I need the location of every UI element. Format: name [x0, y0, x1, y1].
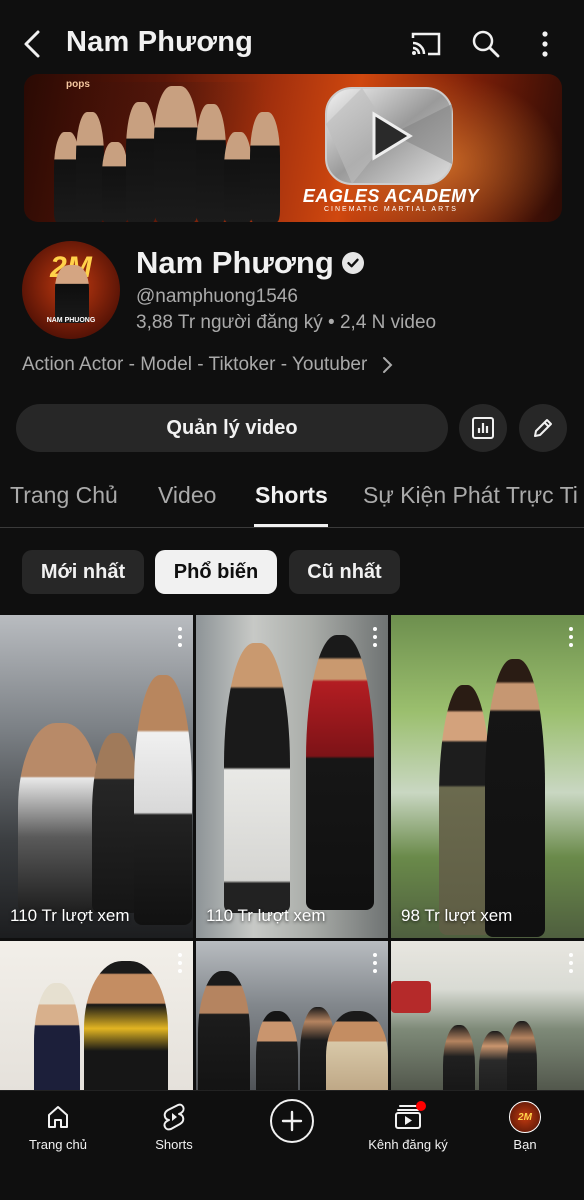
more-vertical-icon [542, 31, 548, 57]
channel-description-text: Action Actor - Model - Tiktoker - Youtub… [22, 354, 368, 375]
chevron-right-icon [383, 357, 393, 373]
channel-handle: @namphuong1546 [136, 286, 298, 307]
avatar-caption: NAM PHUONG [46, 317, 96, 324]
short-view-count: 110 Tr lượt xem [10, 906, 130, 925]
home-icon [48, 1106, 68, 1128]
bottom-navigation: Trang chủ Shorts Kênh đăng ký 2M Bạn [0, 1090, 584, 1200]
cast-button[interactable] [408, 26, 444, 62]
analytics-icon [472, 417, 494, 439]
nav-shorts[interactable]: Shorts [116, 1091, 232, 1181]
short-more-icon[interactable] [372, 627, 378, 647]
channel-stats: 3,88 Tr người đăng ký • 2,4 N video [136, 312, 437, 333]
nav-shorts-label: Shorts [155, 1137, 193, 1152]
nav-subscriptions-label: Kênh đăng ký [368, 1137, 448, 1152]
tab-home[interactable]: Trang Chủ [10, 482, 118, 509]
page-title: Nam Phương [66, 26, 254, 58]
short-thumbnail[interactable] [196, 941, 388, 1090]
back-arrow-icon [24, 30, 40, 58]
nav-home[interactable]: Trang chủ [0, 1091, 116, 1181]
tab-live[interactable]: Sự Kiện Phát Trực Ti [363, 482, 578, 509]
short-view-count: 98 Tr lượt xem [401, 906, 513, 925]
you-avatar-icon: 2M [509, 1101, 541, 1133]
channel-avatar[interactable]: 2M NAM PHUONG [22, 241, 120, 339]
banner-brand-title: EAGLES ACADEMY [302, 186, 480, 206]
avatar-person [55, 265, 89, 323]
banner-brand-subtitle: CINEMATIC MARTIAL ARTS [324, 206, 458, 213]
channel-description[interactable]: Action Actor - Model - Tiktoker - Youtub… [22, 354, 393, 376]
play-button-award-icon [325, 87, 453, 185]
search-button[interactable] [468, 26, 504, 62]
short-more-icon[interactable] [568, 627, 574, 647]
nav-you[interactable]: 2M Bạn [467, 1091, 583, 1181]
chip-popular[interactable]: Phổ biến [155, 550, 277, 594]
short-more-icon[interactable] [372, 953, 378, 973]
analytics-button[interactable] [459, 404, 507, 452]
short-more-icon[interactable] [177, 627, 183, 647]
cast-icon [411, 32, 441, 56]
pencil-icon [534, 419, 552, 437]
channel-banner[interactable]: pops EAGLES ACADEMY CINEMATIC MARTIAL AR… [24, 74, 562, 222]
short-thumbnail[interactable]: 110 Tr lượt xem [0, 615, 193, 938]
verified-badge-icon [342, 252, 364, 274]
shorts-grid: 110 Tr lượt xem 110 Tr lượt xem 98 Tr lư… [0, 615, 584, 1090]
edit-channel-button[interactable] [519, 404, 567, 452]
manage-videos-button[interactable]: Quản lý video [16, 404, 448, 452]
short-thumbnail[interactable]: 110 Tr lượt xem [196, 615, 388, 938]
short-thumbnail[interactable]: 98 Tr lượt xem [391, 615, 584, 938]
more-options-button[interactable] [527, 26, 563, 62]
create-button[interactable] [270, 1099, 314, 1143]
tab-videos[interactable]: Video [158, 482, 216, 509]
nav-you-label: Bạn [513, 1137, 537, 1152]
short-more-icon[interactable] [568, 953, 574, 973]
nav-home-label: Trang chủ [28, 1137, 88, 1152]
short-more-icon[interactable] [177, 953, 183, 973]
channel-name: Nam Phương [136, 245, 334, 280]
red-car [391, 981, 431, 1013]
short-thumbnail[interactable] [0, 941, 193, 1090]
short-view-count: 110 Tr lượt xem [206, 906, 326, 925]
active-tab-indicator [254, 524, 328, 527]
chip-oldest[interactable]: Cũ nhất [289, 550, 400, 594]
notification-dot [416, 1101, 426, 1111]
search-icon [472, 30, 500, 58]
nav-subscriptions[interactable]: Kênh đăng ký [350, 1091, 466, 1181]
chip-newest[interactable]: Mới nhất [22, 550, 144, 594]
banner-group-photo [54, 82, 284, 222]
short-thumbnail[interactable] [391, 941, 584, 1090]
tab-shorts[interactable]: Shorts [255, 482, 328, 509]
channel-tabs: Trang Chủ Video Shorts Sự Kiện Phát Trực… [0, 470, 584, 528]
back-button[interactable] [14, 26, 50, 62]
plus-icon [281, 1110, 303, 1132]
shorts-icon [163, 1103, 185, 1131]
